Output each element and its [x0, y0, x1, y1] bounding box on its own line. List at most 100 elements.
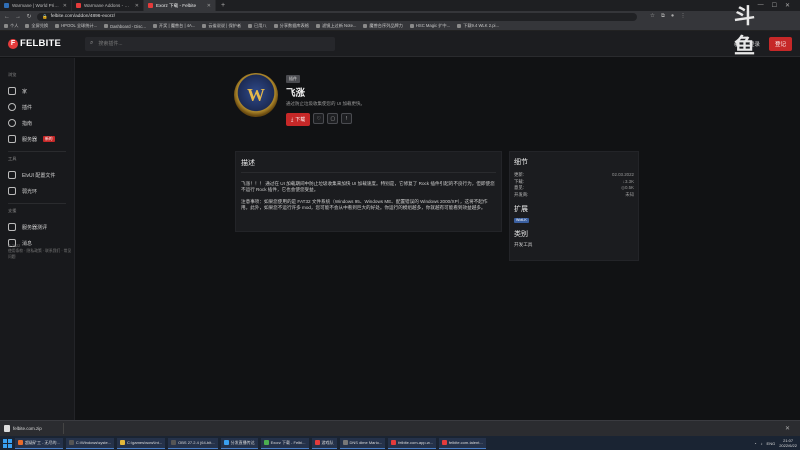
favorite-button[interactable]: ♡ [313, 113, 325, 124]
app-icon [263, 440, 269, 445]
sidebar-item-elvui[interactable]: ElvUI 配置文件 [0, 167, 74, 183]
tab-close-icon[interactable]: ✕ [207, 3, 211, 9]
guide-icon [8, 119, 16, 127]
addon-title: 飞涨 [286, 88, 306, 99]
search-placeholder: 搜索插件... [98, 41, 123, 47]
sidebar-item-servers[interactable]: 服务器 新的 [0, 131, 74, 147]
taskbar-item[interactable]: 游戏队 [311, 437, 337, 449]
tab-title: Warmane Addons - Felbite [84, 3, 132, 8]
bookmark-item[interactable]: 分享数据库表格 [273, 23, 309, 29]
back-icon[interactable]: ← [4, 14, 10, 20]
bookmark-item[interactable]: HSC Magic 扩中... [409, 23, 450, 29]
sidebar-divider [8, 203, 66, 204]
tab-close-icon[interactable]: ✕ [63, 3, 67, 9]
taskbar-item[interactable]: felbite.com-app-w... [388, 437, 436, 449]
taskbar-item[interactable]: 超级矿工 - 无尽的... [15, 437, 63, 449]
windows-start-icon[interactable] [3, 438, 12, 448]
server-icon [8, 135, 16, 143]
browser-tab[interactable]: Warmane Addons - Felbite ✕ [72, 0, 144, 11]
close-download-bar-icon[interactable]: ✕ [785, 425, 796, 432]
maximize-icon[interactable]: ☐ [772, 2, 777, 9]
browser-actions: ☆ ⧉ ● ⋮ [650, 13, 686, 20]
category-title: 类别 [514, 231, 528, 238]
divider [241, 172, 496, 173]
search-icon: ⌕ [89, 40, 94, 46]
bookmark-item[interactable]: 魔兽台序列品牌力 [363, 23, 403, 29]
taskbar-item[interactable]: DNS dime Mario... [339, 437, 386, 449]
bookmark-icon [55, 24, 60, 28]
extensions-title: 扩展 [514, 206, 528, 213]
sidebar-item-guides[interactable]: 指南 [0, 115, 74, 131]
reload-icon[interactable]: ↻ [26, 13, 32, 20]
browser-tab-active[interactable]: Exorz 下载 - Felbite ✕ [144, 0, 216, 11]
sidebar-section-label: 浏览 [8, 72, 17, 77]
search-input[interactable]: ⌕ 搜索插件... [84, 36, 335, 51]
volume-icon[interactable]: ♪ [761, 441, 763, 446]
taskbar-item[interactable]: OBS 27.2.4 (64-bit... [168, 437, 218, 449]
bookmark-item[interactable]: 滤镜上过新 Note... [315, 23, 356, 29]
taskbar-item[interactable]: 分发直播传达 [220, 437, 258, 449]
address-bar[interactable]: 🔒 felbite.com/addon/4896-exorz/ [37, 12, 637, 21]
extension-badge[interactable]: WotLK [514, 217, 529, 223]
wow-logo-icon: W [234, 73, 278, 117]
star-icon[interactable]: ☆ [650, 13, 655, 20]
app-icon [342, 440, 348, 445]
description-paragraph: 注意事项：如果您使用的是 FAT32 文件系统（Windows 95、Windo… [241, 198, 488, 211]
clock[interactable]: 21:07 2022/6/22 [779, 438, 797, 448]
close-icon[interactable]: ✕ [785, 2, 790, 9]
taskbar-item[interactable]: C:\games\wow\Int... [117, 437, 166, 449]
app-icon [391, 440, 397, 445]
new-tab-button[interactable]: + [216, 2, 230, 9]
bookmark-icon [4, 24, 8, 28]
bookmark-icon [409, 24, 414, 28]
sidebar-item-server-reviews[interactable]: 服务器测评 [0, 219, 74, 235]
bookmark-item[interactable]: HPOOL 全球统计... [55, 23, 97, 29]
main-content: W 插件 飞涨 通过防止垃圾收集使您的 UI 加载更快。 ⤓ 下载 ♡ ▢ ! … [76, 58, 800, 420]
addon-subtitle: 通过防止垃圾收集使您的 UI 加载更快。 [286, 101, 365, 106]
bookmark-item[interactable]: 全屏兑换 [25, 23, 48, 29]
app-icon [223, 440, 229, 445]
addon-header: W 插件 飞涨 通过防止垃圾收集使您的 UI 加载更快。 ⤓ 下载 ♡ ▢ ! [234, 73, 365, 126]
tab-close-icon[interactable]: ✕ [135, 3, 139, 9]
app-icon [18, 440, 23, 445]
sidebar-divider [8, 151, 66, 152]
sidebar-item-weakauras[interactable]: 弱光环 [0, 183, 74, 199]
tab-favicon-icon [4, 3, 9, 8]
sidebar-item-home[interactable]: 家 [0, 83, 74, 99]
bookmark-item[interactable]: 云雀说说 | 保护者 [202, 23, 241, 29]
site-logo[interactable]: F FELBITE [8, 38, 61, 49]
browser-tab[interactable]: Warmane | World Private Ser ✕ [0, 0, 72, 11]
bookmark-item[interactable]: 已用八 [248, 23, 267, 29]
bookmark-item[interactable]: Dashboard - Disc... [104, 24, 146, 29]
bookmark-item[interactable]: 下载9.4 WLK 2.pi... [457, 23, 499, 29]
taskbar-item[interactable]: C:\Windows\syste... [65, 437, 115, 449]
taskbar-item[interactable]: felbite.com-talent... [438, 437, 486, 449]
sidebar-item-addons[interactable]: 插件 [0, 99, 74, 115]
taskbar-item[interactable]: Exorz 下载 - Felbi... [260, 437, 309, 449]
bookmark-item[interactable]: 个人 [4, 23, 18, 29]
douyu-watermark-logo: 斗鱼 [734, 4, 755, 58]
sidebar-item-label: 弱光环 [22, 188, 38, 195]
category-link[interactable]: 开发工具 [514, 242, 634, 248]
menu-icon[interactable]: ⋮ [680, 13, 686, 20]
download-filename: felbite.com.zip [13, 426, 42, 431]
download-button[interactable]: ⤓ 下载 [286, 113, 311, 126]
more-button[interactable]: ! [341, 113, 353, 124]
bookmarks-bar: 个人 全屏兑换 HPOOL 全球统计... Dashboard - Disc..… [0, 22, 800, 31]
bookmark-item[interactable]: 开奖 | 魔兽台 | 4A... [152, 23, 195, 29]
sidebar-item-label: ElvUI 配置文件 [22, 172, 56, 179]
extensions-icon[interactable]: ⧉ [661, 13, 665, 20]
footer-links[interactable]: 使用条款 · 隐私政策 · 联系我们 · 常见问题 [8, 249, 74, 260]
download-label: 下载 [295, 117, 306, 123]
network-icon[interactable]: ◔ [754, 441, 756, 446]
language-indicator[interactable]: ENG [767, 441, 776, 446]
profile-icon[interactable]: ● [671, 13, 674, 20]
tab-title: Exorz 下载 - Felbite [156, 2, 197, 8]
download-icon: ⤓ [291, 116, 294, 123]
register-button[interactable]: 登记 [768, 36, 792, 51]
download-item[interactable]: felbite.com.zip [4, 423, 64, 434]
bookmark-button[interactable]: ▢ [327, 113, 339, 124]
forward-icon[interactable]: → [15, 14, 21, 20]
app-icon [68, 440, 74, 445]
weakaura-icon [8, 187, 16, 195]
